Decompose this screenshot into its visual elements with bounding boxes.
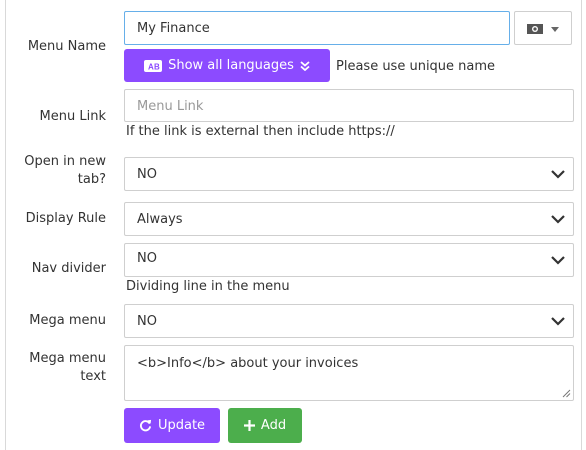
double-chevron-down-icon [300,60,310,71]
chevron-down-icon [551,215,565,224]
add-label: Add [260,418,287,433]
menu-name-label: Menu Name [27,39,106,54]
menu-link-label: Menu Link [39,109,106,124]
open-new-tab-label: Open in new tab? [24,154,106,187]
show-all-languages-label: Show all languages [168,58,294,73]
chevron-down-icon [551,317,565,326]
nav-divider-select[interactable]: NO [124,243,574,277]
nav-divider-value: NO [137,251,157,266]
language-flag-dropdown[interactable] [514,11,572,45]
menu-item-form: Menu Name My Finance A B Show all langua… [5,0,582,450]
menu-link-help: If the link is external then include htt… [126,124,395,139]
translate-icon: A B [144,59,163,72]
mega-menu-value: NO [137,314,157,329]
display-rule-value: Always [137,212,183,227]
nav-divider-label: Nav divider [31,261,106,276]
flag-icon [527,24,543,34]
caret-down-icon [551,27,559,32]
mega-menu-text-value: <b>Info</b> about your invoices [137,356,359,371]
update-label: Update [157,418,206,433]
svg-text:B: B [154,62,160,71]
plus-icon [243,420,255,431]
update-button[interactable]: Update [124,408,220,443]
refresh-icon [139,419,152,432]
menu-link-placeholder: Menu Link [137,99,204,114]
nav-divider-help: Dividing line in the menu [126,279,290,294]
open-new-tab-select[interactable]: NO [124,157,574,191]
menu-link-input[interactable]: Menu Link [124,89,574,122]
chevron-down-icon [551,170,565,179]
mega-menu-text-label: Mega menu text [29,351,106,384]
resize-handle-icon[interactable] [562,389,571,398]
mega-menu-textarea[interactable]: <b>Info</b> about your invoices [124,345,574,401]
menu-name-hint: Please use unique name [336,59,496,74]
menu-name-input[interactable]: My Finance [124,11,510,45]
add-button[interactable]: Add [228,408,302,443]
mega-menu-label: Mega menu [29,313,106,328]
open-new-tab-value: NO [137,167,157,182]
mega-menu-select[interactable]: NO [124,304,574,338]
chevron-down-icon [551,256,565,265]
display-rule-select[interactable]: Always [124,202,574,236]
show-all-languages-button[interactable]: A B Show all languages [124,49,330,82]
display-rule-label: Display Rule [25,211,106,226]
menu-name-value: My Finance [137,21,210,36]
